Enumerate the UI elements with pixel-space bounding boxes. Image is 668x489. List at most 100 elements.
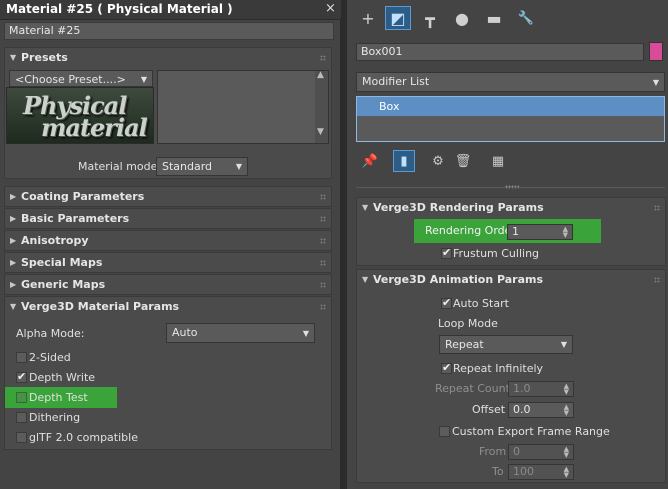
presets-header[interactable]: ▼ Presets <box>5 48 331 68</box>
rendering-order-spinner[interactable]: 1 ▲ ▼ <box>507 224 573 240</box>
preset-list-scrollbar[interactable]: ▲ ▼ <box>315 70 328 143</box>
object-name-field[interactable]: Box001 <box>356 43 644 61</box>
preset-preview-word-2: material <box>41 113 148 142</box>
option-frustum-culling[interactable]: ✔ Frustum Culling <box>441 246 581 261</box>
checkbox-frustum-culling[interactable]: ✔ <box>441 246 452 259</box>
rendering-order-value: 1 <box>512 225 519 238</box>
option-depth-test[interactable]: Depth Test <box>16 391 116 406</box>
remove-modifier-icon[interactable]: 🗑 <box>452 150 474 172</box>
from-spinner[interactable]: 0 ▲ ▼ <box>508 444 574 460</box>
spinner-arrows-icon[interactable]: ▲ ▼ <box>564 446 569 459</box>
spinner-arrows-icon[interactable]: ▲ ▼ <box>564 466 569 479</box>
option-2-sided[interactable]: 2-Sided <box>16 351 136 366</box>
checkbox-repeat-infinitely[interactable]: ✔ <box>441 361 452 374</box>
collapsed-arrow-icon: ▶ <box>10 236 17 245</box>
object-color-swatch[interactable] <box>649 42 663 61</box>
scroll-down-icon[interactable]: ▼ <box>317 127 324 137</box>
option-label: Frustum Culling <box>453 247 540 260</box>
verge3d-material-header[interactable]: ▼ Verge3D Material Params <box>5 297 331 317</box>
rollout-grip-icon[interactable] <box>320 282 326 288</box>
scroll-up-icon[interactable]: ▲ <box>317 70 324 80</box>
rollout-anisotropy[interactable]: ▶ Anisotropy <box>4 230 332 251</box>
loop-mode-label: Loop Mode <box>438 317 498 330</box>
loop-mode-value: Repeat <box>445 338 484 351</box>
spinner-arrows-icon[interactable]: ▲ ▼ <box>564 383 569 396</box>
option-label: Depth Test <box>29 391 88 404</box>
rollout-grip-icon[interactable] <box>320 304 326 310</box>
option-dithering[interactable]: Dithering <box>16 411 136 426</box>
material-title: Material #25 ( Physical Material ) <box>6 2 233 16</box>
animation-params-header-label: Verge3D Animation Params <box>373 273 544 286</box>
divider-grip-icon[interactable] <box>505 185 519 189</box>
rollout-grip-icon[interactable] <box>320 238 326 244</box>
preset-list-box[interactable] <box>157 70 329 144</box>
rollout-grip-icon[interactable] <box>320 194 326 200</box>
option-depth-write[interactable]: ✔ Depth Write <box>16 370 136 386</box>
option-repeat-infinitely[interactable]: ✔ Repeat Infinitely <box>441 361 581 376</box>
rollout-label: Coating Parameters <box>21 190 145 203</box>
repeat-count-spinner[interactable]: 1.0 ▲ ▼ <box>508 381 574 397</box>
motion-tab[interactable]: ● <box>449 6 475 30</box>
create-icon: + <box>361 8 375 28</box>
spinner-arrows-icon[interactable]: ▲ ▼ <box>564 404 569 417</box>
rollout-special-maps[interactable]: ▶ Special Maps <box>4 252 332 273</box>
option-label: Repeat Infinitely <box>453 362 544 375</box>
rollout-grip-icon[interactable] <box>320 55 326 61</box>
rollout-generic-maps[interactable]: ▶ Generic Maps <box>4 274 332 295</box>
modifier-stack[interactable]: Box <box>356 96 665 142</box>
make-unique-icon[interactable]: ⚙ <box>427 150 449 172</box>
expanded-arrow-icon: ▼ <box>362 275 369 284</box>
display-tab[interactable]: ▬ <box>481 6 507 30</box>
checkbox-depth-write[interactable]: ✔ <box>16 370 27 383</box>
stack-item-box[interactable]: Box <box>357 97 664 116</box>
checkmark-icon: ✔ <box>442 246 452 259</box>
checkbox-gltf-compatible[interactable] <box>16 432 27 443</box>
checkbox-2-sided[interactable] <box>16 352 27 363</box>
chevron-down-icon: ▼ <box>560 340 567 349</box>
rollout-basic-parameters[interactable]: ▶ Basic Parameters <box>4 208 332 229</box>
from-value: 0 <box>513 445 520 458</box>
to-spinner[interactable]: 100 ▲ ▼ <box>508 464 574 480</box>
rollout-grip-icon[interactable] <box>654 205 660 211</box>
pin-stack-icon[interactable]: 📌 <box>359 150 381 172</box>
chevron-down-icon: ▼ <box>140 75 147 84</box>
command-panel-tabs: + ◩ ┳ ● ▬ 🔧 <box>347 0 668 36</box>
material-mode-dropdown[interactable]: Standard ▼ <box>156 157 248 176</box>
checkbox-auto-start[interactable]: ✔ <box>441 296 452 309</box>
rollout-label: Special Maps <box>21 256 103 269</box>
close-icon[interactable]: × <box>325 1 336 16</box>
modify-tab[interactable]: ◩ <box>385 6 411 30</box>
repeat-count-value: 1.0 <box>513 382 531 395</box>
show-end-result-icon[interactable]: ▮ <box>393 150 415 172</box>
offset-spinner[interactable]: 0.0 ▲ ▼ <box>508 402 574 418</box>
option-label: Dithering <box>29 411 81 424</box>
spinner-arrows-icon[interactable]: ▲ ▼ <box>563 226 568 239</box>
material-editor-panel: Material #25 ( Physical Material ) × Mat… <box>0 0 341 489</box>
offset-label: Offset <box>472 403 506 416</box>
material-name-field[interactable]: Material #25 <box>4 22 334 40</box>
create-tab[interactable]: + <box>355 6 381 30</box>
configure-modifier-sets-icon[interactable]: ▦ <box>487 150 509 172</box>
rollout-grip-icon[interactable] <box>320 260 326 266</box>
display-icon: ▬ <box>486 8 502 28</box>
modifier-list-dropdown[interactable]: Modifier List ▼ <box>356 72 665 92</box>
option-gltf-compatible[interactable]: glTF 2.0 compatible <box>16 431 176 446</box>
utilities-tab[interactable]: 🔧 <box>513 6 539 30</box>
choose-preset-dropdown[interactable]: <Choose Preset....> ▼ <box>9 70 153 87</box>
rendering-order-label: Rendering Order <box>425 224 516 237</box>
animation-params-header[interactable]: ▼ Verge3D Animation Params <box>357 270 665 290</box>
hierarchy-tab[interactable]: ┳ <box>417 6 443 30</box>
option-custom-export-frame-range[interactable]: Custom Export Frame Range <box>439 425 661 439</box>
checkbox-depth-test[interactable] <box>16 392 27 403</box>
alpha-mode-value: Auto <box>172 326 198 339</box>
loop-mode-dropdown[interactable]: Repeat ▼ <box>439 335 573 354</box>
rollout-coating-parameters[interactable]: ▶ Coating Parameters <box>4 186 332 207</box>
material-title-bar[interactable]: Material #25 ( Physical Material ) × <box>0 0 341 20</box>
rendering-params-header[interactable]: ▼ Verge3D Rendering Params <box>357 198 665 218</box>
rollout-grip-icon[interactable] <box>654 277 660 283</box>
option-auto-start[interactable]: ✔ Auto Start <box>441 296 561 311</box>
checkbox-custom-export-frame-range[interactable] <box>439 426 450 437</box>
checkbox-dithering[interactable] <box>16 412 27 423</box>
rollout-grip-icon[interactable] <box>320 216 326 222</box>
alpha-mode-dropdown[interactable]: Auto ▼ <box>166 323 315 343</box>
